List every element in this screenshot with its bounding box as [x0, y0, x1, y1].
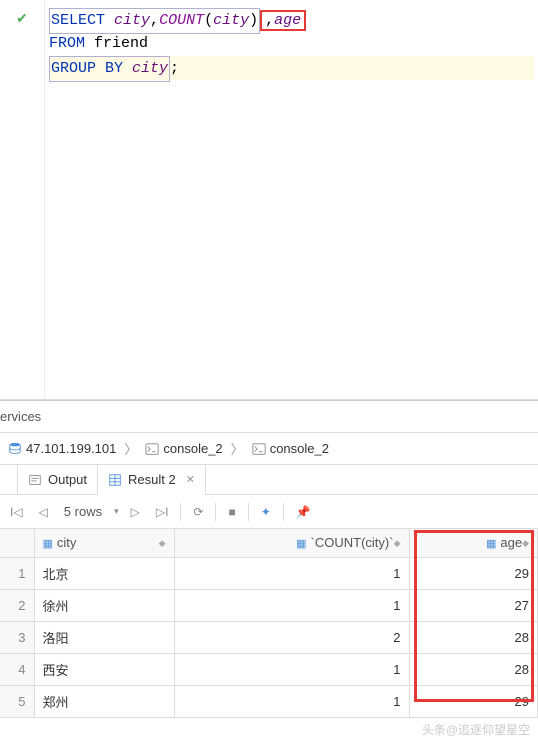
cell-city[interactable]: 北京: [34, 557, 174, 589]
console-icon: [252, 442, 266, 456]
cell-age[interactable]: 29: [409, 557, 538, 589]
breadcrumb-server[interactable]: 47.101.199.101: [4, 439, 120, 458]
pin-button[interactable]: 📌: [292, 503, 315, 521]
cell-count[interactable]: 1: [174, 557, 409, 589]
prev-page-button[interactable]: ◁: [35, 503, 52, 521]
cell-city[interactable]: 西安: [34, 653, 174, 685]
breadcrumb-console2[interactable]: console_2: [248, 439, 333, 458]
column-icon: ▦: [486, 538, 496, 550]
table-row[interactable]: 2徐州127: [0, 589, 538, 621]
cell-age[interactable]: 29: [409, 685, 538, 717]
cell-count[interactable]: 2: [174, 621, 409, 653]
submit-button[interactable]: ✦: [257, 503, 275, 521]
row-number: 4: [0, 653, 34, 685]
sort-icon[interactable]: ◆: [394, 538, 401, 549]
sql-function: COUNT: [159, 12, 204, 29]
output-icon: [28, 473, 42, 487]
breadcrumb-console1[interactable]: console_2: [141, 439, 226, 458]
sql-column: city: [132, 60, 168, 77]
chevron-down-icon[interactable]: ▾: [114, 506, 119, 517]
cell-count[interactable]: 1: [174, 589, 409, 621]
services-panel-label: ervices: [0, 401, 538, 433]
tab-result[interactable]: Result 2 ✕: [98, 465, 206, 495]
highlighted-sql-fragment: ,age: [260, 10, 306, 31]
first-page-button[interactable]: I◁: [6, 503, 27, 521]
cell-age[interactable]: 28: [409, 621, 538, 653]
column-header-city[interactable]: ▦city◆: [34, 529, 174, 557]
close-icon[interactable]: ✕: [186, 473, 195, 486]
sql-keyword: GROUP BY: [51, 60, 123, 77]
cell-count[interactable]: 1: [174, 685, 409, 717]
table-row[interactable]: 5郑州129: [0, 685, 538, 717]
table-row[interactable]: 1北京129: [0, 557, 538, 589]
last-page-button[interactable]: ▷I: [152, 503, 173, 521]
sql-table: friend: [94, 35, 148, 52]
table-icon: [108, 473, 122, 487]
watermark: 头条@追逐仰望星空: [422, 721, 530, 738]
row-header-corner: [0, 529, 34, 557]
status-check-icon: ✔: [16, 10, 28, 27]
cell-age[interactable]: 27: [409, 589, 538, 621]
sort-icon[interactable]: ◆: [522, 538, 529, 549]
row-number: 1: [0, 557, 34, 589]
chevron-right-icon: 〉: [231, 439, 244, 458]
sql-column: city: [114, 12, 150, 29]
cell-city[interactable]: 洛阳: [34, 621, 174, 653]
database-icon: [8, 442, 22, 456]
table-row[interactable]: 3洛阳228: [0, 621, 538, 653]
row-number: 3: [0, 621, 34, 653]
column-header-count[interactable]: ▦`COUNT(city)`◆: [174, 529, 409, 557]
tab-output[interactable]: Output: [18, 465, 98, 495]
sql-keyword: SELECT: [51, 12, 105, 29]
cell-age[interactable]: 28: [409, 653, 538, 685]
table-row[interactable]: 4西安128: [0, 653, 538, 685]
column-header-age[interactable]: ▦age◆: [409, 529, 538, 557]
tabs-left-strip: [4, 465, 18, 495]
cell-count[interactable]: 1: [174, 653, 409, 685]
cell-city[interactable]: 郑州: [34, 685, 174, 717]
column-icon: ▦: [296, 538, 306, 550]
breadcrumb: 47.101.199.101 〉 console_2 〉 console_2: [0, 433, 538, 465]
results-table: ▦city◆ ▦`COUNT(city)`◆ ▦age◆ 1北京1292徐州12…: [0, 529, 538, 718]
cell-city[interactable]: 徐州: [34, 589, 174, 621]
sort-icon[interactable]: ◆: [159, 538, 166, 549]
rows-count-label: 5 rows: [60, 504, 106, 519]
column-icon: ▦: [43, 538, 53, 550]
sql-editor[interactable]: SELECT city,COUNT(city),age FROM friend …: [45, 0, 538, 399]
sql-keyword: FROM: [49, 35, 85, 52]
stop-button[interactable]: ■: [224, 503, 239, 521]
chevron-right-icon: 〉: [124, 439, 137, 458]
reload-button[interactable]: ⟳: [189, 503, 207, 521]
console-icon: [145, 442, 159, 456]
next-page-button[interactable]: ▷: [127, 503, 144, 521]
row-number: 5: [0, 685, 34, 717]
row-number: 2: [0, 589, 34, 621]
